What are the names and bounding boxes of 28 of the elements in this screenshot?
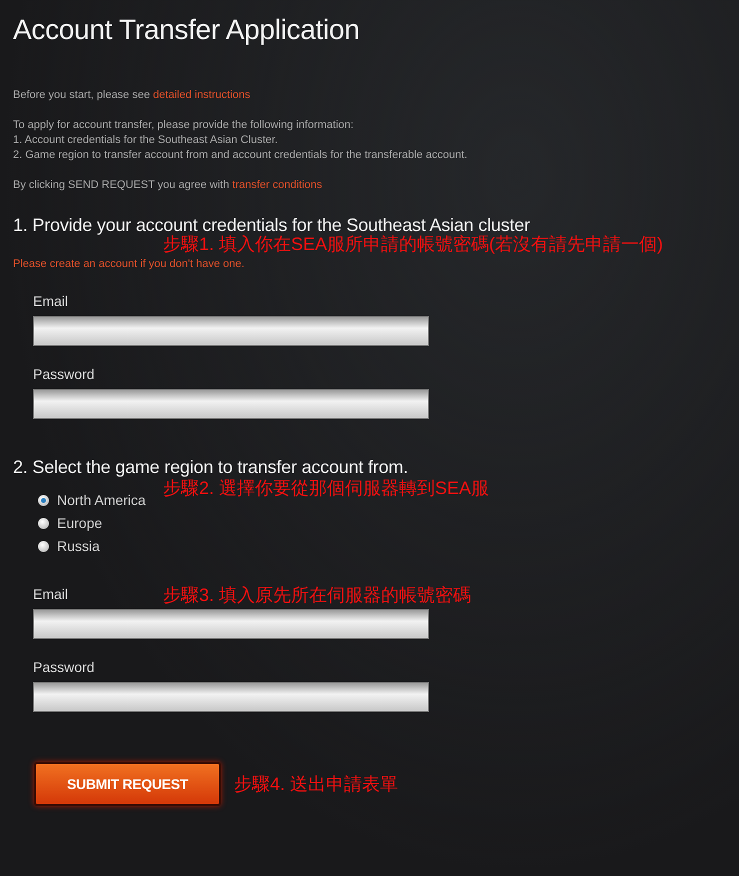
annotation: 步驟3. 填入原先所在伺服器的帳號密碼: [163, 584, 472, 607]
input-field[interactable]: [33, 682, 429, 712]
submit-button[interactable]: SUBMIT REQUEST: [34, 762, 221, 806]
note-text: Please create an account if you don't have one.: [13, 258, 246, 270]
radio-label: Europe: [57, 515, 102, 531]
section-heading: 2. Select the game region to transfer account from.: [13, 457, 410, 478]
instructions-link[interactable]: detailed instructions: [153, 89, 250, 101]
intro-text: To apply for account transfer, please provide the following information: 1. Account credentials for the Southeast Asian Cluster. 2. Game region to transfer account from and account credentials for the transferable account.: [13, 118, 468, 163]
input-field[interactable]: [33, 316, 429, 346]
radio-button[interactable]: [38, 494, 49, 506]
radio-label: North America: [57, 492, 146, 508]
annotation: 步驟2. 選擇你要從那個伺服器轉到SEA服: [163, 477, 490, 500]
radio-label: Russia: [57, 538, 100, 554]
field-label: Email: [33, 293, 68, 309]
conditions-link[interactable]: transfer conditions: [232, 179, 322, 191]
field-label: Email: [33, 586, 68, 602]
input-field[interactable]: [33, 609, 429, 639]
intro-text: Before you start, please see detailed instructions: [13, 88, 252, 103]
field-label: Password: [33, 659, 94, 675]
annotation: 步驟1. 填入你在SEA服所申請的帳號密碼(若沒有請先申請一個): [163, 233, 664, 256]
input-field[interactable]: [33, 389, 429, 419]
annotation: 步驟4. 送出申請表單: [234, 773, 398, 796]
field-label: Password: [33, 366, 94, 382]
section-heading: 1. Provide your account credentials for the Southeast Asian cluster: [13, 215, 531, 235]
intro-text: By clicking SEND REQUEST you agree with transfer conditions: [13, 178, 324, 193]
radio-button[interactable]: [38, 540, 49, 552]
radio-button[interactable]: [38, 518, 49, 528]
page-title: Account Transfer Application: [13, 14, 360, 46]
